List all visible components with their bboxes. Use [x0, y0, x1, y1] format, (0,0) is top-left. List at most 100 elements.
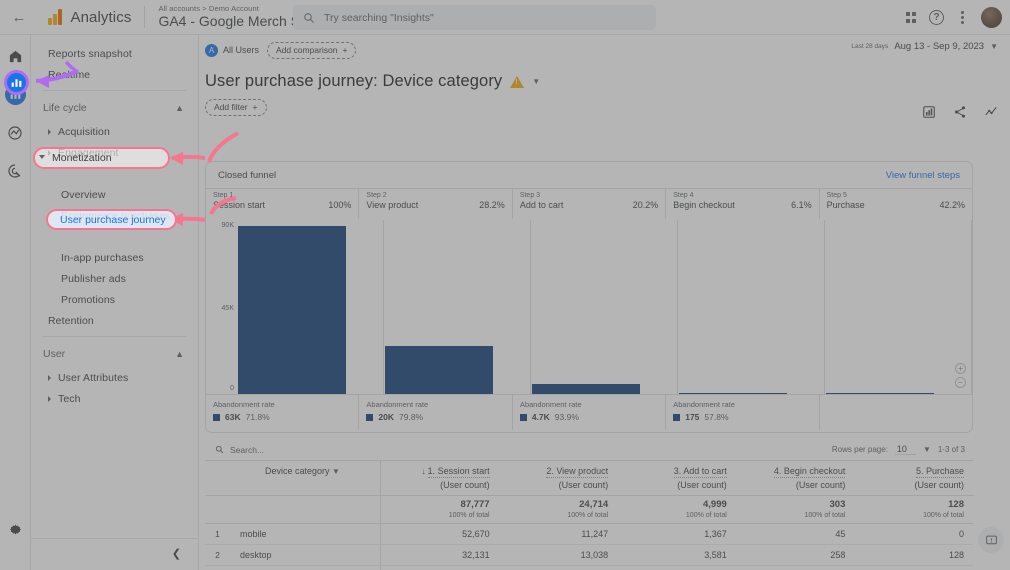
funnel-bar-cell[interactable] [825, 220, 972, 394]
add-filter-label: Add filter [214, 102, 248, 112]
sidebar-item-label: Engagement [58, 147, 119, 159]
step-name: View product [366, 200, 418, 210]
help-icon[interactable]: ? [929, 10, 944, 25]
sidebar-item-overview[interactable]: Overview [31, 184, 198, 205]
funnel-bar [532, 384, 640, 394]
back-arrow-icon[interactable]: ← [4, 9, 34, 26]
table-row[interactable]: 1 mobile 52,670 11,247 1,367 45 0 [205, 524, 973, 545]
sidebar-item-reports-snapshot[interactable]: Reports snapshot [31, 43, 198, 64]
legend-swatch [673, 414, 680, 421]
segment-bar: A All Users Add comparison + Last 28 day… [199, 35, 1010, 65]
table-row[interactable]: 2 desktop 32,131 13,038 3,581 258 128 [205, 545, 973, 566]
totals-value: 87,777 [381, 499, 499, 510]
sidebar-collapse-button[interactable]: ❮ [31, 538, 199, 560]
funnel-bar-cell[interactable] [678, 220, 825, 394]
sidebar-section-life-cycle[interactable]: Life cycle ▲ [31, 95, 198, 121]
admin-gear-icon[interactable] [8, 522, 23, 542]
add-comparison-label: Add comparison [276, 45, 337, 55]
rows-per-page-value[interactable]: 10 [895, 444, 916, 455]
table-header-metric[interactable]: 2. View product (User count) [499, 461, 618, 496]
metric-header-label: 3. Add to cart [674, 466, 727, 478]
funnel-step-header[interactable]: Step 2 View product 28.2% [359, 189, 512, 219]
table-header-dimension[interactable]: Device category ▼ [230, 461, 380, 496]
sidebar-item-in-app-purchases[interactable]: In-app purchases [31, 247, 198, 268]
metric-header-sublabel: (User count) [854, 480, 964, 490]
legend-swatch [213, 414, 220, 421]
metric-header-label: 4. Begin checkout [774, 466, 846, 478]
sidebar-item-promotions[interactable]: Promotions [31, 289, 198, 310]
segment-label: All Users [223, 45, 259, 55]
search-input[interactable]: Try searching "Insights" [293, 5, 656, 30]
funnel-steps-header: Step 1 Session start 100% Step 2 View pr… [206, 188, 972, 219]
trend-icon[interactable] [984, 105, 998, 119]
table-header-metric[interactable]: 3. Add to cart (User count) [617, 461, 736, 496]
step-percent: 42.2% [940, 200, 966, 210]
warning-triangle-icon[interactable] [510, 76, 524, 88]
chevron-down-icon[interactable]: ▼ [923, 445, 931, 454]
home-icon[interactable] [5, 46, 26, 67]
table-row[interactable]: 3 tablet 2,976 429 51 0 0 [205, 566, 973, 570]
reports-icon[interactable] [5, 84, 26, 105]
sidebar-item-retention[interactable]: Retention [31, 310, 198, 331]
table-header-metric[interactable]: ↓1. Session start (User count) [380, 461, 499, 496]
funnel-step-header[interactable]: Step 5 Purchase 42.2% [820, 189, 972, 219]
feedback-icon[interactable] [978, 527, 1004, 553]
sidebar-item-ecommerce-purchases[interactable]: Ecommerce purchases [31, 205, 198, 226]
apps-grid-icon[interactable] [906, 12, 917, 23]
segment-badge: A [205, 44, 218, 57]
row-value: 128 [854, 545, 973, 566]
search-icon [303, 12, 315, 24]
segment-all-users[interactable]: A All Users [205, 44, 259, 57]
table-header-metric[interactable]: 5. Purchase (User count) [854, 461, 973, 496]
funnel-bar-cell[interactable] [384, 220, 531, 394]
chevron-up-icon[interactable]: ▲ [175, 349, 184, 359]
chevron-down-icon[interactable]: ▼ [332, 467, 340, 476]
metric-header-sublabel: (User count) [736, 480, 846, 490]
chevron-up-icon[interactable]: ▲ [175, 103, 184, 113]
insights-icon[interactable] [922, 105, 936, 119]
zoom-out-button[interactable]: − [955, 377, 966, 388]
y-axis-tick: 90K [222, 222, 234, 229]
triangle-right-icon [48, 150, 51, 156]
metric-header-label: 5. Purchase [916, 466, 964, 478]
sidebar-item-engagement[interactable]: Engagement [31, 142, 198, 163]
date-range-selector[interactable]: Last 28 days Aug 13 - Sep 9, 2023 ▼ [851, 41, 998, 52]
funnel-bar-cell[interactable] [531, 220, 678, 394]
top-bar: ← Analytics All accounts > Demo Account … [0, 0, 1010, 35]
chevron-down-icon[interactable]: ▼ [532, 77, 540, 86]
share-icon[interactable] [953, 105, 967, 119]
sidebar-item-acquisition[interactable]: Acquisition [31, 121, 198, 142]
explore-icon[interactable] [5, 122, 26, 143]
funnel-bar [679, 393, 787, 395]
row-index: 1 [205, 524, 230, 545]
add-filter-button[interactable]: Add filter + [205, 99, 267, 116]
zoom-in-button[interactable]: + [955, 363, 966, 374]
view-funnel-steps-link[interactable]: View funnel steps [886, 170, 960, 181]
sidebar-item-user-attributes[interactable]: User Attributes [31, 367, 198, 388]
table-range-label: 1-3 of 3 [938, 445, 965, 454]
funnel-step-header[interactable]: Step 1 Session start 100% [206, 189, 359, 219]
abandonment-cell: Abandonment rate 20K 79.8% [359, 395, 512, 430]
abandonment-row: Abandonment rate 63K 71.8% Abandonment r… [206, 394, 972, 430]
funnel-bar-cell[interactable] [237, 220, 384, 394]
add-comparison-button[interactable]: Add comparison + [267, 42, 356, 59]
sidebar-item-publisher-ads[interactable]: Publisher ads [31, 268, 198, 289]
funnel-step-header[interactable]: Step 4 Begin checkout 6.1% [666, 189, 819, 219]
table-header-metric[interactable]: 4. Begin checkout (User count) [736, 461, 855, 496]
rows-per-page: Rows per page: 10 ▼ 1-3 of 3 [832, 444, 965, 455]
chevron-down-icon[interactable]: ▼ [990, 42, 998, 51]
sidebar-item-label: Acquisition [58, 126, 110, 138]
row-index: 3 [205, 566, 230, 570]
sidebar-item-tech[interactable]: Tech [31, 388, 198, 409]
funnel-breakdown-table: Device category ▼ ↓1. Session start (Use… [205, 460, 973, 570]
funnel-step-header[interactable]: Step 3 Add to cart 20.2% [513, 189, 666, 219]
table-search-input[interactable]: Search... [215, 445, 264, 455]
more-vert-icon[interactable] [957, 11, 968, 24]
sidebar-item-realtime[interactable]: Realtime [31, 64, 198, 85]
user-avatar[interactable] [981, 7, 1002, 28]
sidebar-section-user[interactable]: User ▲ [31, 341, 198, 367]
advertising-icon[interactable] [5, 160, 26, 181]
abandonment-cell: Abandonment rate 175 57.8% [666, 395, 819, 430]
row-value: 2,976 [380, 566, 499, 570]
row-value: 11,247 [499, 524, 618, 545]
